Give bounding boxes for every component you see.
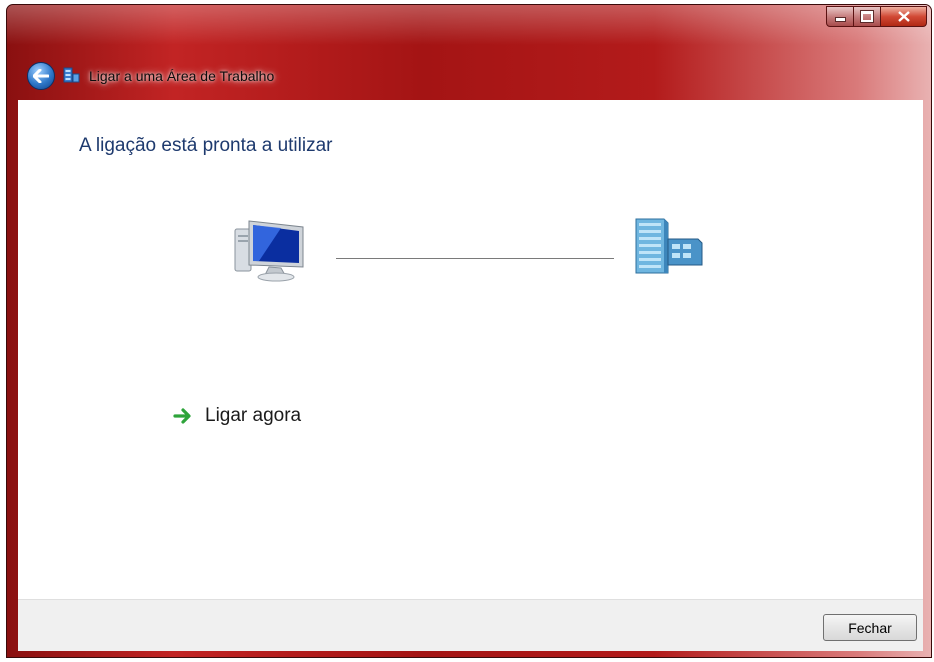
minimize-button[interactable] (826, 6, 854, 27)
wizard-footer: Fechar (18, 599, 923, 651)
minimize-icon (834, 17, 846, 22)
back-button[interactable] (27, 62, 55, 90)
page-heading: A ligação está pronta a utilizar (79, 135, 333, 156)
connect-now-link[interactable]: Ligar agora (173, 405, 301, 427)
server-building-icon (635, 218, 703, 274)
title-bar[interactable]: Ligar a uma Área de Trabalho (7, 5, 931, 100)
remote-workplace-icon (63, 67, 80, 83)
computer-icon (234, 220, 304, 282)
connect-now-label[interactable]: Ligar agora (205, 405, 301, 427)
back-arrow-icon (33, 69, 49, 83)
close-icon (897, 11, 910, 22)
caption-buttons (826, 6, 927, 27)
title-bar-gloss (7, 5, 931, 45)
window-title: Ligar a uma Área de Trabalho (89, 68, 275, 84)
wizard-content: A ligação está pronta a utilizar Ligar a… (18, 100, 923, 599)
close-window-button[interactable] (881, 6, 927, 27)
green-arrow-icon (173, 408, 191, 424)
maximize-button[interactable] (854, 6, 881, 27)
wizard-window: Ligar a uma Área de Trabalho A ligação e… (6, 4, 932, 658)
connection-line (336, 258, 614, 259)
close-button[interactable]: Fechar (823, 614, 917, 641)
maximize-icon (860, 10, 874, 23)
